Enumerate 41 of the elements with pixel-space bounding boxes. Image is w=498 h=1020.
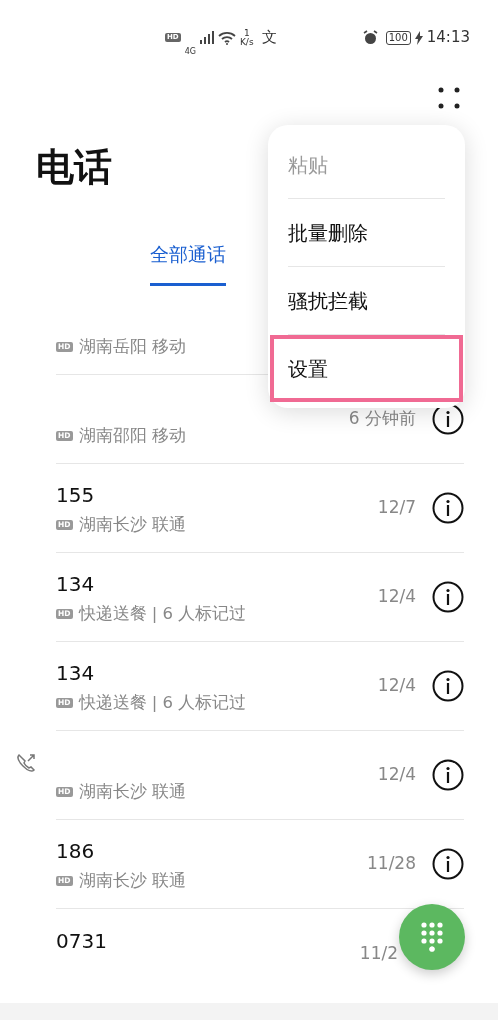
call-log-row[interactable]: 0731 11/2 bbox=[56, 909, 398, 998]
wifi-icon bbox=[217, 30, 236, 45]
network-type: 4G bbox=[184, 45, 196, 58]
call-time: 12/4 bbox=[377, 764, 416, 785]
alarm-icon bbox=[362, 30, 378, 45]
phone-number: 134 bbox=[56, 661, 95, 685]
phone-number: 155 bbox=[56, 483, 95, 507]
menu-item[interactable]: 批量删除 bbox=[270, 199, 463, 266]
caller-location: 湖南长沙 联通 bbox=[78, 780, 186, 803]
page-title: 电话 bbox=[36, 144, 112, 191]
info-icon[interactable] bbox=[432, 670, 464, 702]
caller-location: 湖南长沙 联通 bbox=[78, 869, 186, 892]
call-time: 11/2 bbox=[359, 942, 398, 963]
info-icon[interactable] bbox=[432, 848, 464, 880]
caller-location: 湖南岳阳 移动 bbox=[78, 335, 186, 358]
call-time: 12/4 bbox=[377, 586, 416, 607]
clock: 14:13 bbox=[426, 27, 470, 49]
speed-unit: K/s bbox=[239, 37, 254, 47]
phone-number: 134 bbox=[56, 572, 95, 596]
info-icon[interactable] bbox=[432, 492, 464, 524]
call-time: 6 分钟前 bbox=[348, 408, 416, 429]
call-time: 11/28 bbox=[367, 853, 416, 874]
caller-location: 湖南长沙 联通 bbox=[78, 513, 186, 536]
input-method-indicator: 文 bbox=[261, 27, 277, 49]
call-time: 12/7 bbox=[377, 497, 416, 518]
phone-number: 186 bbox=[56, 839, 95, 863]
more-options-icon[interactable] bbox=[438, 87, 460, 109]
battery-level: 100 bbox=[385, 30, 411, 45]
call-time: 12/4 bbox=[377, 675, 416, 696]
caller-location: 快递送餐 | 6 人标记过 bbox=[78, 602, 247, 625]
speed-value: 1 bbox=[243, 28, 250, 38]
info-icon[interactable] bbox=[432, 581, 464, 613]
caller-location: 快递送餐 | 6 人标记过 bbox=[78, 691, 247, 714]
phone-number: 0731 bbox=[56, 928, 107, 953]
dialpad-icon bbox=[421, 922, 443, 952]
charging-icon bbox=[414, 30, 423, 45]
caller-location: 湖南邵阳 移动 bbox=[78, 424, 186, 447]
tab[interactable]: 全部通话 bbox=[150, 231, 226, 286]
signal-icon bbox=[199, 31, 214, 44]
info-icon[interactable] bbox=[432, 403, 464, 435]
info-icon[interactable] bbox=[432, 759, 464, 791]
